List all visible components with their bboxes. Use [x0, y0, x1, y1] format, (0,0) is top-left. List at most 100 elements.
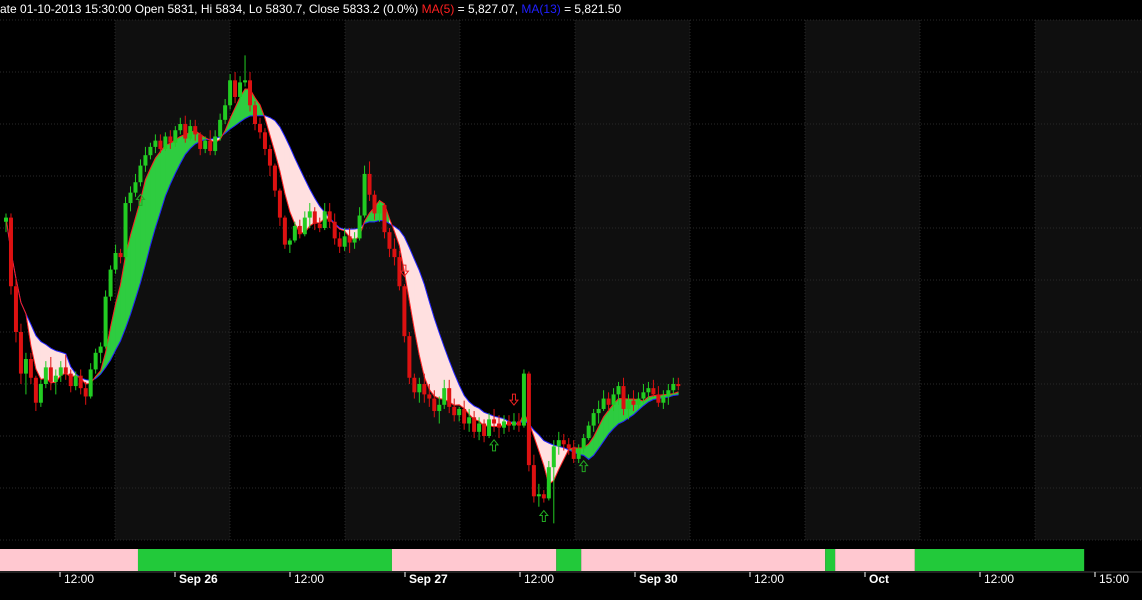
candle-body [153, 140, 158, 147]
ma-cloud-segment [558, 446, 565, 470]
candle-body [48, 367, 53, 382]
x-tick-label: 12:00 [524, 572, 554, 586]
candle-body [447, 388, 452, 407]
candle [521, 369, 526, 428]
candle-body [556, 440, 561, 447]
candle-body [487, 419, 492, 436]
candle-body [581, 438, 586, 449]
candle [23, 352, 28, 395]
candle-body [526, 373, 531, 466]
candle-body [362, 173, 367, 216]
x-tick-label: Sep 30 [639, 572, 678, 586]
candle-body [138, 165, 143, 183]
candle-body [158, 140, 163, 149]
candle-body [666, 390, 671, 397]
candle [277, 188, 282, 226]
candle-body [561, 440, 566, 445]
candle [526, 371, 531, 472]
x-tick-label: 12:00 [754, 572, 784, 586]
x-tick-label: Oct [869, 572, 889, 586]
candle-body [58, 367, 63, 376]
candle-body [357, 215, 362, 239]
candle-body [277, 190, 282, 218]
candle-body [238, 82, 243, 97]
candle-body [317, 223, 322, 228]
candle-body [671, 384, 676, 391]
candle-body [427, 394, 432, 399]
candle [33, 375, 38, 412]
x-tick-label: Sep 26 [179, 572, 218, 586]
x-axis: 12:00 Sep 26 12:00 Sep 27 12:00 Sep 30 12:00 Oc… [0, 571, 1142, 586]
candle-body [103, 296, 108, 347]
candle-body [546, 467, 551, 499]
candle-body [228, 80, 233, 106]
candle-body [257, 124, 262, 133]
candle-body [626, 400, 631, 409]
sell-signal-arrow [508, 393, 520, 406]
candle-body [188, 126, 193, 139]
candle [402, 284, 407, 343]
candle-body [392, 248, 397, 258]
candle-body [248, 80, 253, 106]
candle-body [417, 384, 422, 393]
trend-ribbon-segment [825, 549, 836, 571]
candle-body [601, 398, 606, 409]
candle-body [412, 377, 417, 393]
trend-ribbon-segment [0, 549, 138, 571]
candle-body [118, 252, 123, 258]
candle [18, 323, 23, 384]
candle-body [203, 140, 208, 149]
candle-body [198, 134, 203, 149]
ma-cloud-segment [289, 146, 296, 224]
candle-body [108, 269, 113, 297]
ma-cloud-segment [284, 136, 291, 212]
candle-body [218, 119, 223, 137]
trend-ribbon-segment [581, 549, 826, 571]
candle-body [13, 286, 18, 332]
candle [511, 413, 516, 430]
candle-body [322, 211, 327, 228]
candle [531, 454, 536, 503]
candle-body [38, 384, 43, 403]
candle-body [63, 367, 68, 374]
candle-body [497, 423, 502, 428]
candle-body [347, 236, 352, 243]
candle [8, 213, 13, 295]
candle-body [541, 494, 546, 499]
candle-body [272, 165, 277, 191]
candle-body [477, 423, 482, 432]
candle-body [88, 369, 93, 397]
candle-body [442, 388, 447, 405]
candle [492, 408, 497, 432]
candle-body [327, 211, 332, 222]
candle [88, 363, 93, 399]
ma-cloud-segment [294, 157, 301, 234]
candle-body [208, 140, 213, 152]
candle-body [372, 194, 377, 214]
candle-body [43, 367, 48, 384]
candle-body [492, 419, 497, 424]
candle-body [337, 238, 342, 247]
candle-body [123, 203, 128, 258]
candle-body [28, 359, 33, 378]
candle-body [23, 359, 28, 374]
candle-body [521, 373, 526, 426]
candle-body [113, 252, 118, 270]
candle [93, 348, 98, 374]
candle-body [516, 421, 521, 426]
candle-body [457, 408, 462, 416]
candle [282, 215, 287, 249]
trend-ribbon-segment [914, 549, 1085, 571]
candle-body [133, 182, 138, 193]
candle-body [73, 375, 78, 387]
candle-body [292, 225, 297, 241]
candle-body [631, 400, 636, 405]
trend-ribbon-segment [391, 549, 557, 571]
candle-body [53, 375, 58, 382]
candle-body [591, 413, 596, 426]
candle-body [213, 136, 218, 152]
trend-ribbon-segment [556, 549, 582, 571]
candle-body [302, 217, 307, 235]
candle-body [437, 404, 442, 412]
candle-body [651, 388, 656, 395]
